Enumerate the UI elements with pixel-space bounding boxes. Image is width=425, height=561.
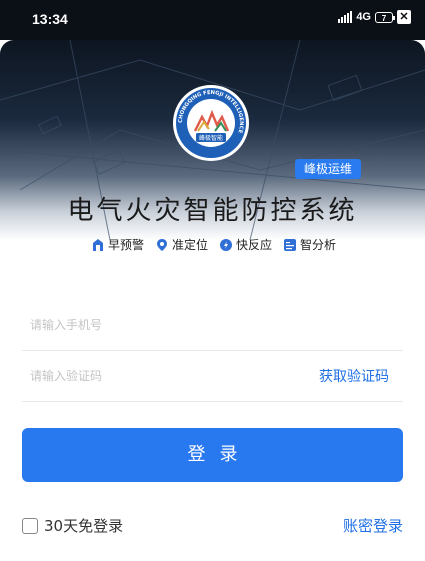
network-type: 4G [356, 11, 371, 23]
get-code-button[interactable]: 获取验证码 [319, 366, 389, 386]
logo-inner-text: 峰极智能 [199, 134, 223, 142]
brand-badge: 峰极运维 [295, 159, 361, 179]
status-time: 13:34 [32, 11, 68, 27]
remember-login-toggle[interactable]: 30天免登录 [22, 515, 123, 536]
code-field: 获取验证码 [22, 351, 403, 402]
app-title: 电气火灾智能防控系统 [67, 196, 358, 226]
close-icon[interactable]: ✕ [397, 10, 411, 24]
battery-level: 7 [381, 13, 387, 23]
phone-field [22, 300, 403, 351]
feature-item: 智分析 [284, 236, 336, 253]
feature-tags: 早预警 准定位 快反应 智分析 [92, 236, 336, 253]
verification-code-input[interactable] [28, 351, 292, 401]
remember-checkbox[interactable] [22, 517, 38, 534]
location-pin-icon [157, 238, 168, 251]
remember-label: 30天免登录 [44, 517, 124, 535]
company-logo: CHONGQING FENGJI INTELLIGENCE 峰极智能 [173, 85, 249, 161]
status-indicators: 4G 7 ✕ [338, 10, 411, 24]
feature-item: 准定位 [156, 236, 208, 253]
feature-label: 早预警 [108, 238, 145, 252]
feature-label: 快反应 [236, 238, 273, 252]
signal-icon [338, 11, 353, 23]
building-icon [93, 238, 103, 251]
feature-item: 快反应 [220, 236, 272, 253]
lightning-icon [220, 238, 233, 251]
login-button[interactable]: 登录 [22, 428, 403, 482]
status-bar: 13:34 4G 7 ✕ [0, 0, 425, 40]
password-login-link[interactable]: 账密登录 [343, 515, 403, 536]
phone-input[interactable] [28, 300, 292, 350]
battery-icon: 7 [375, 11, 395, 23]
report-icon [284, 238, 297, 251]
feature-label: 准定位 [172, 238, 209, 252]
feature-label: 智分析 [300, 238, 337, 252]
feature-item: 早预警 [92, 236, 144, 253]
